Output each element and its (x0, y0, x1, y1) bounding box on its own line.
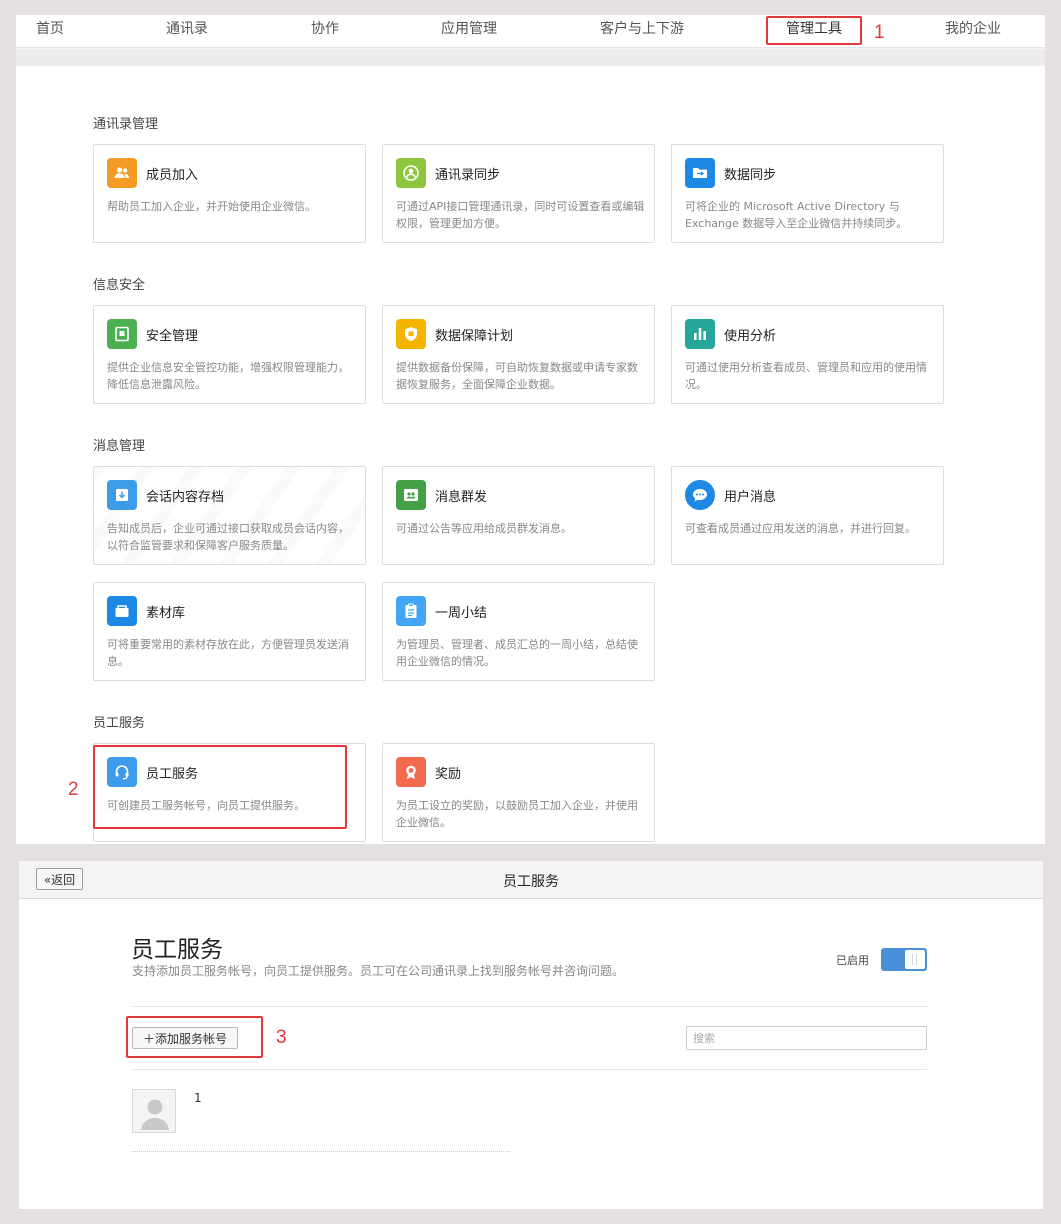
search-input[interactable] (686, 1026, 927, 1050)
card-title: 安全管理 (146, 329, 199, 344)
page-title: 员工服务 (131, 937, 223, 963)
card-title: 通讯录同步 (435, 168, 501, 183)
chat-bubble-icon (685, 480, 715, 510)
shield-icon (396, 319, 426, 349)
card-title: 素材库 (146, 606, 186, 621)
annotation-box-3 (126, 1016, 263, 1058)
card-contacts-sync[interactable]: 通讯录同步 可通过API接口管理通讯录，同时可设置查看或编辑权限，管理更加方便。 (382, 144, 655, 243)
card-description: 告知成员后，企业可通过接口获取成员会话内容，以符合监管要求和保障客户服务质量。 (107, 522, 349, 552)
section-title-employee-service: 员工服务 (93, 716, 146, 731)
annotation-number-2: 2 (68, 779, 79, 800)
card-description: 为管理员、管理者、成员汇总的一周小结，总结使用企业微信的情况。 (396, 638, 638, 668)
annotation-box-2 (93, 745, 347, 829)
card-title: 消息群发 (435, 490, 488, 505)
divider (132, 1006, 927, 1007)
card-title: 成员加入 (146, 168, 199, 183)
archive-icon (107, 480, 137, 510)
card-weekly-summary[interactable]: 一周小结 为管理员、管理者、成员汇总的一周小结，总结使用企业微信的情况。 (382, 582, 655, 681)
toggle-status-label: 已启用 (836, 954, 869, 967)
card-data-sync[interactable]: 数据同步 可将企业的 Microsoft Active Directory 与 … (671, 144, 944, 243)
divider (132, 1069, 927, 1070)
nav-app-management[interactable]: 应用管理 (441, 18, 497, 38)
card-title: 用户消息 (724, 490, 777, 505)
card-description: 可查看成员通过应用发送的消息，并进行回复。 (685, 522, 916, 535)
account-name[interactable]: 1 (194, 1091, 202, 1105)
card-title: 一周小结 (435, 606, 488, 621)
card-description: 可将重要常用的素材存放在此，方便管理员发送消息。 (107, 638, 349, 668)
nav-contacts[interactable]: 通讯录 (166, 18, 208, 38)
card-media-library[interactable]: 素材库 可将重要常用的素材存放在此，方便管理员发送消息。 (93, 582, 366, 681)
add-members-icon (107, 158, 137, 188)
sync-icon (396, 158, 426, 188)
nav-collaboration[interactable]: 协作 (311, 18, 339, 38)
award-icon (396, 757, 426, 787)
card-title: 数据同步 (724, 168, 777, 183)
employee-service-detail: «返回 员工服务 员工服务 支持添加员工服务帐号，向员工提供服务。员工可在公司通… (19, 861, 1043, 1209)
nav-customers[interactable]: 客户与上下游 (600, 18, 684, 38)
card-description: 为员工设立的奖励，以鼓励员工加入企业，并使用企业微信。 (396, 799, 638, 829)
list-divider (132, 1151, 510, 1152)
annotation-box-1 (766, 16, 862, 45)
top-nav: 首页 通讯录 协作 应用管理 客户与上下游 管理工具 我的企业 (16, 15, 1045, 48)
card-user-messages[interactable]: 用户消息 可查看成员通过应用发送的消息，并进行回复。 (671, 466, 944, 565)
section-title-security: 信息安全 (93, 278, 146, 293)
section-title-messages: 消息管理 (93, 439, 146, 454)
page-description: 支持添加员工服务帐号，向员工提供服务。员工可在公司通讯录上找到服务帐号并咨询问题… (132, 964, 625, 978)
card-description: 可通过公告等应用给成员群发消息。 (396, 522, 572, 535)
card-conversation-archive[interactable]: 会话内容存档 告知成员后，企业可通过接口获取成员会话内容，以符合监管要求和保障客… (93, 466, 366, 565)
card-title: 奖励 (435, 767, 462, 782)
card-member-join[interactable]: 成员加入 帮助员工加入企业，并开始使用企业微信。 (93, 144, 366, 243)
nav-home[interactable]: 首页 (36, 18, 64, 38)
card-description: 提供企业信息安全管控功能，增强权限管理能力，降低信息泄露风险。 (107, 361, 349, 391)
card-description: 提供数据备份保障，可自助恢复数据或申请专家数据恢复服务，全面保障企业数据。 (396, 361, 638, 391)
header-band (16, 49, 1045, 66)
nav-my-company[interactable]: 我的企业 (945, 18, 1001, 38)
annotation-number-3: 3 (276, 1027, 287, 1048)
broadcast-icon (396, 480, 426, 510)
detail-header-title: 员工服务 (503, 874, 559, 890)
folder-sync-icon (685, 158, 715, 188)
annotation-number-1: 1 (874, 22, 885, 43)
clipboard-icon (396, 596, 426, 626)
card-data-protection[interactable]: 数据保障计划 提供数据备份保障，可自助恢复数据或申请专家数据恢复服务，全面保障企… (382, 305, 655, 404)
safe-icon (107, 319, 137, 349)
card-title: 会话内容存档 (146, 490, 225, 505)
toggle-knob (905, 950, 925, 969)
card-usage-analysis[interactable]: 使用分析 可通过使用分析查看成员、管理员和应用的使用情况。 (671, 305, 944, 404)
default-avatar-icon[interactable] (132, 1089, 176, 1133)
card-description: 帮助员工加入企业，并开始使用企业微信。 (107, 200, 316, 213)
card-description: 可通过使用分析查看成员、管理员和应用的使用情况。 (685, 361, 927, 391)
bar-chart-icon (685, 319, 715, 349)
section-title-contacts: 通讯录管理 (93, 117, 159, 132)
enable-toggle[interactable] (881, 948, 927, 971)
media-library-icon (107, 596, 137, 626)
card-description: 可将企业的 Microsoft Active Directory 与 Excha… (685, 200, 908, 230)
card-title: 数据保障计划 (435, 329, 514, 344)
card-security-management[interactable]: 安全管理 提供企业信息安全管控功能，增强权限管理能力，降低信息泄露风险。 (93, 305, 366, 404)
management-tools-page: 首页 通讯录 协作 应用管理 客户与上下游 管理工具 我的企业 1 通讯录管理 … (16, 15, 1045, 844)
card-title: 使用分析 (724, 329, 777, 344)
card-mass-message[interactable]: 消息群发 可通过公告等应用给成员群发消息。 (382, 466, 655, 565)
card-rewards[interactable]: 奖励 为员工设立的奖励，以鼓励员工加入企业，并使用企业微信。 (382, 743, 655, 842)
card-description: 可通过API接口管理通讯录，同时可设置查看或编辑权限，管理更加方便。 (396, 200, 645, 230)
detail-header: «返回 员工服务 (19, 861, 1043, 899)
